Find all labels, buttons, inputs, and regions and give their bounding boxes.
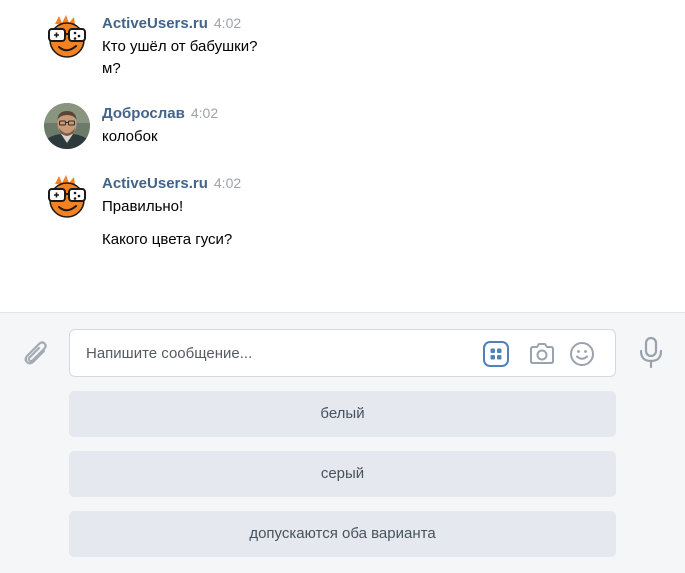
microphone-icon bbox=[639, 336, 663, 369]
message-body: колобок bbox=[102, 126, 158, 148]
bot-keyboard-button[interactable] bbox=[482, 340, 510, 368]
keyboard-button-white[interactable]: белый bbox=[69, 391, 616, 437]
user-photo-icon bbox=[44, 103, 90, 149]
avatar[interactable] bbox=[44, 103, 90, 149]
emoji-icon bbox=[570, 342, 594, 366]
message-text: Какого цвета гуси? bbox=[102, 231, 233, 248]
attach-button[interactable] bbox=[20, 338, 52, 370]
voice-message-button[interactable] bbox=[637, 336, 665, 370]
message-body: Кто ушёл от бабушки? м? bbox=[102, 36, 257, 80]
message: ActiveUsers.ru 4:02 Кто ушёл от бабушки? … bbox=[44, 13, 685, 83]
author-name[interactable]: ActiveUsers.ru bbox=[102, 175, 208, 192]
activeusers-logo-icon bbox=[44, 173, 90, 219]
paperclip-icon bbox=[24, 341, 47, 365]
author-name[interactable]: Доброслав bbox=[102, 105, 185, 122]
message-input[interactable] bbox=[86, 330, 466, 376]
camera-icon bbox=[530, 343, 554, 364]
message-input-box bbox=[69, 329, 616, 377]
composer-panel: белый серый допускаются оба варианта bbox=[0, 312, 685, 573]
avatar[interactable] bbox=[44, 173, 90, 219]
message-history: ActiveUsers.ru 4:02 Кто ушёл от бабушки? … bbox=[0, 0, 685, 312]
keyboard-button-grey[interactable]: серый bbox=[69, 451, 616, 497]
message-header: Доброслав 4:02 bbox=[102, 104, 218, 123]
message: ActiveUsers.ru 4:02 Правильно! Какого цве… bbox=[44, 173, 685, 263]
message-time[interactable]: 4:02 bbox=[191, 105, 218, 121]
message-text: колобок bbox=[102, 128, 158, 145]
avatar[interactable] bbox=[44, 13, 90, 59]
message-time[interactable]: 4:02 bbox=[214, 15, 241, 31]
author-name[interactable]: ActiveUsers.ru bbox=[102, 15, 208, 32]
message-text: Правильно! bbox=[102, 198, 184, 215]
message: Доброслав 4:02 колобок bbox=[44, 103, 685, 153]
bot-keyboard-icon bbox=[483, 341, 509, 367]
message-text: Кто ушёл от бабушки? bbox=[102, 38, 258, 55]
keyboard-button-both[interactable]: допускаются оба варианта bbox=[69, 511, 616, 557]
camera-button[interactable] bbox=[528, 340, 556, 368]
message-body: Правильно! Какого цвета гуси? bbox=[102, 196, 232, 251]
message-time[interactable]: 4:02 bbox=[214, 175, 241, 191]
emoji-button[interactable] bbox=[568, 340, 596, 368]
message-text: м? bbox=[102, 60, 121, 77]
activeusers-logo-icon bbox=[44, 13, 90, 59]
message-header: ActiveUsers.ru 4:02 bbox=[102, 174, 241, 193]
message-header: ActiveUsers.ru 4:02 bbox=[102, 14, 241, 33]
